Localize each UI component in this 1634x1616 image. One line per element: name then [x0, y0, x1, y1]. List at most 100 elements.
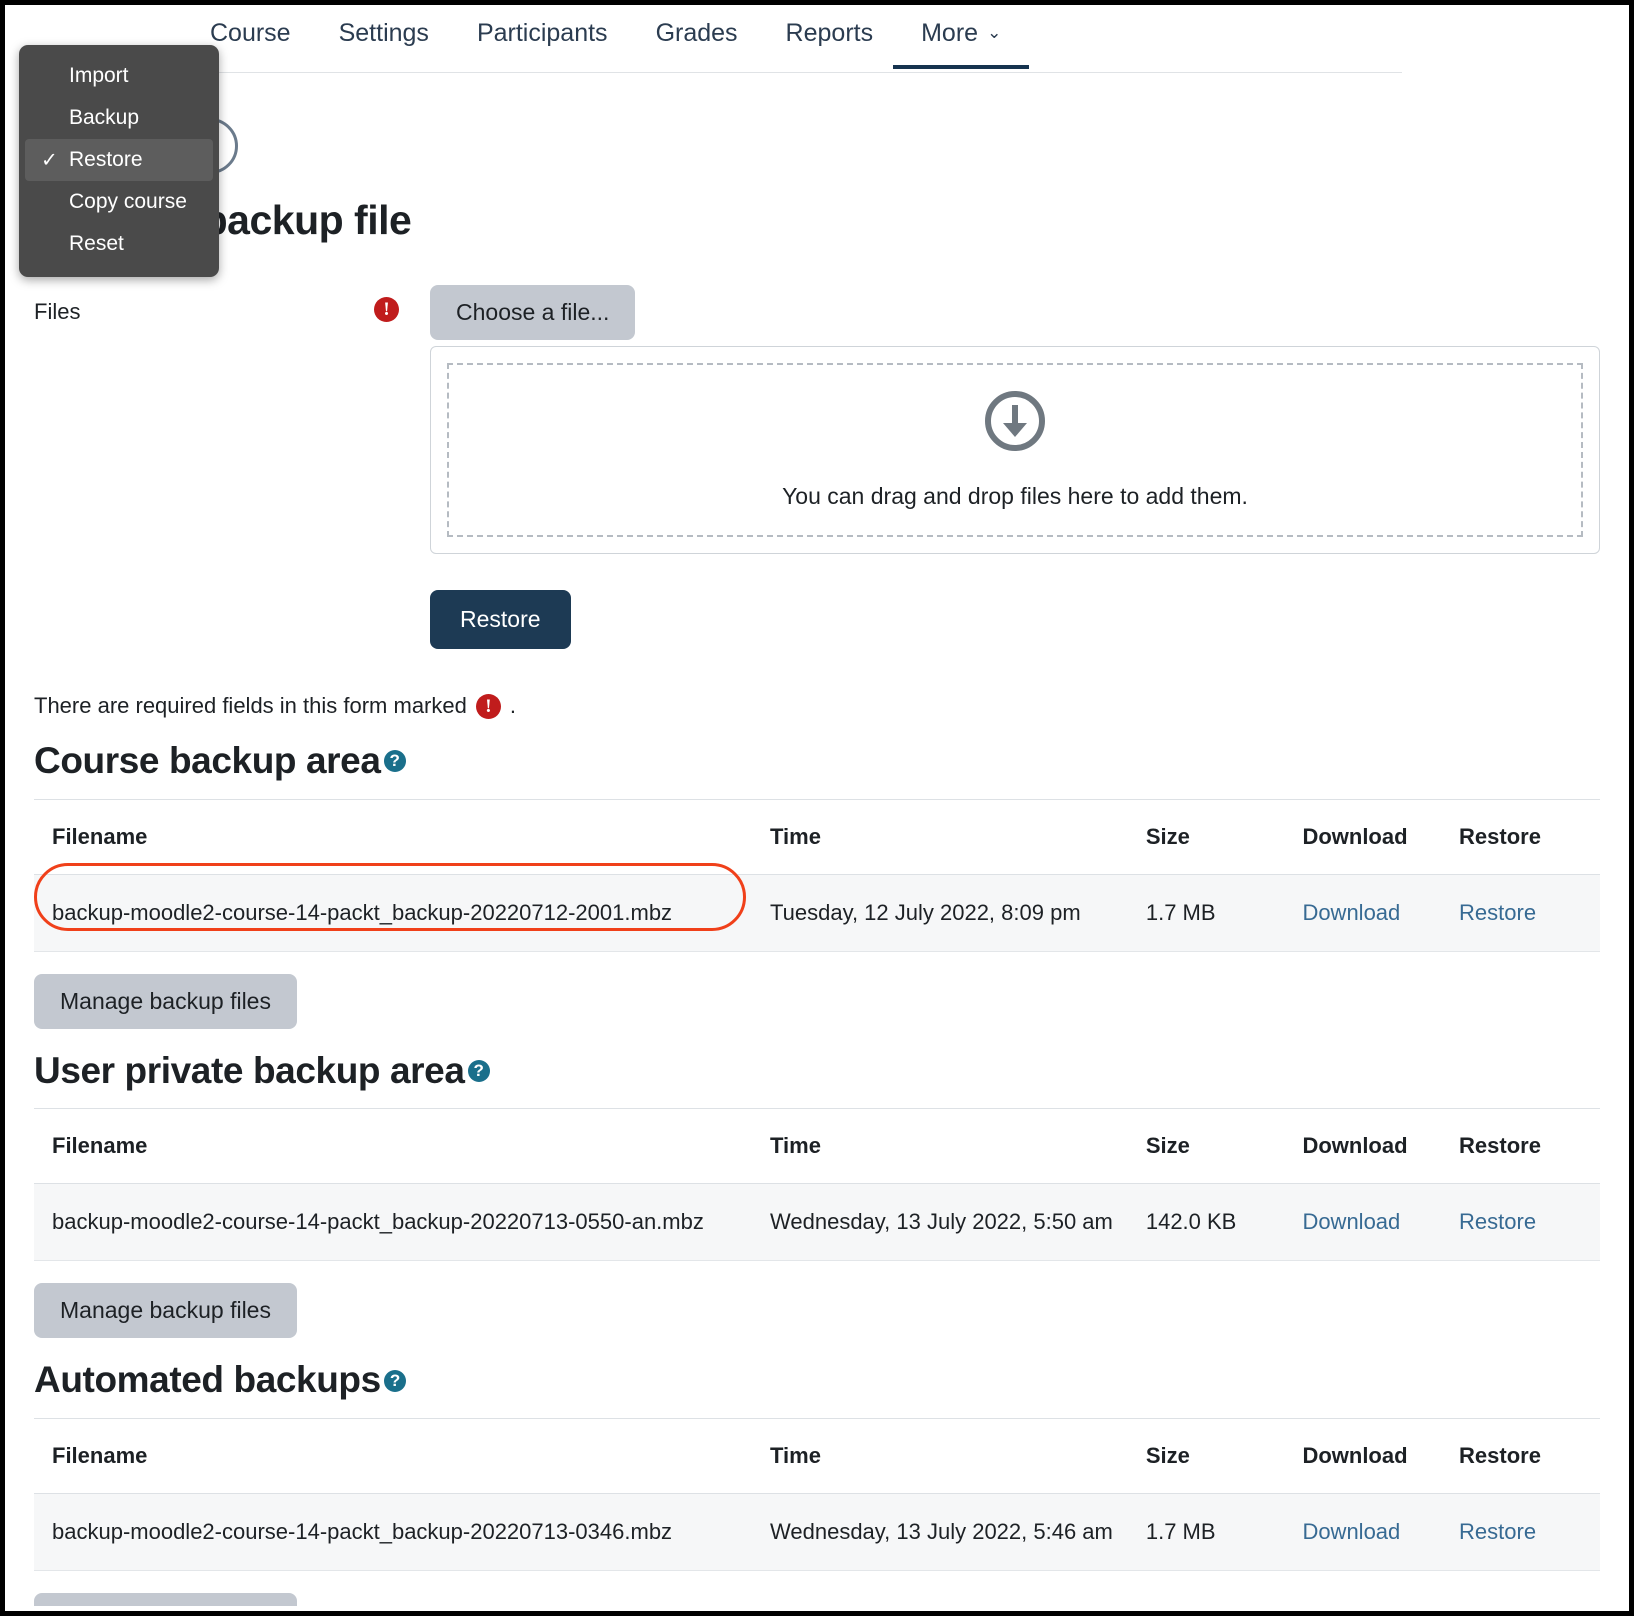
backup-sections: Course backup area? Filename Time Size Downl…: [34, 740, 1600, 1606]
menu-item-label: Reset: [69, 232, 124, 255]
cell-filename: backup-moodle2-course-14-packt_backup-20…: [34, 1183, 771, 1262]
column-header-filename: Filename: [34, 1418, 771, 1495]
menu-item-backup[interactable]: Backup: [19, 97, 219, 139]
column-header-time: Time: [770, 798, 1146, 875]
section-user-private-backup-area: User private backup area? Filename Time Siz…: [34, 1049, 1600, 1339]
menu-item-label: Import: [69, 64, 129, 87]
download-link[interactable]: Download: [1302, 1209, 1400, 1234]
main-content: Import a backup file Files ! Choose a fi…: [10, 200, 1624, 1606]
column-header-filename: Filename: [34, 1108, 771, 1185]
nav-tab-label: Reports: [785, 19, 874, 47]
filename-text: backup-moodle2-course-14-packt_backup-20…: [52, 1209, 704, 1235]
cell-time: Tuesday, 12 July 2022, 8:09 pm: [770, 874, 1146, 952]
backup-table-user-private-backup-area: Filename Time Size Download Restore backup-mo…: [34, 1108, 1600, 1262]
help-icon[interactable]: ?: [383, 750, 406, 773]
column-header-size: Size: [1145, 1108, 1303, 1185]
cell-restore: Restore: [1459, 874, 1600, 952]
help-icon[interactable]: ?: [383, 1369, 406, 1392]
files-label: Files: [34, 299, 81, 324]
cell-download: Download: [1302, 874, 1460, 952]
required-fields-note: There are required fields in this form m…: [34, 693, 1600, 719]
page-title: Import a backup file: [34, 197, 412, 243]
column-header-restore: Restore: [1459, 1108, 1600, 1185]
section-title-text: Course backup area: [34, 740, 381, 781]
required-field-icon-inline: !: [475, 693, 501, 719]
manage-backup-files-button[interactable]: Manage backup files: [34, 1283, 297, 1339]
column-header-filename: Filename: [34, 798, 771, 875]
section-title-automated-backups: Automated backups?: [34, 1360, 1600, 1401]
menu-item-copy-course[interactable]: Copy course: [19, 181, 219, 223]
download-link[interactable]: Download: [1302, 1519, 1400, 1544]
table-row: backup-moodle2-course-14-packt_backup-20…: [34, 1183, 1600, 1262]
moodle-page: Course Settings Participants Grades Reports M…: [10, 10, 1624, 1606]
manage-button-row: Manage backup files: [34, 1283, 1600, 1339]
screenshot-frame: Course Settings Participants Grades Reports M…: [0, 0, 1634, 1616]
file-picker-panel[interactable]: You can drag and drop files here to add …: [430, 346, 1600, 554]
manage-button-row: Manage backup files: [34, 1593, 1600, 1606]
restore-link[interactable]: Restore: [1459, 1519, 1536, 1544]
menu-item-restore[interactable]: ✓ Restore: [25, 139, 213, 181]
menu-item-import[interactable]: Import: [19, 55, 219, 97]
section-title-user-private-backup-area: User private backup area?: [34, 1049, 1600, 1092]
required-field-icon: !: [374, 297, 399, 322]
manage-backup-files-button[interactable]: Manage backup files: [34, 1593, 297, 1606]
menu-item-label: Backup: [69, 106, 140, 129]
nav-tab-grades[interactable]: Grades: [656, 10, 738, 48]
nav-tab-label: Settings: [338, 19, 429, 47]
manage-button-row: Manage backup files: [34, 973, 1600, 1029]
section-title-text: User private backup area: [34, 1049, 465, 1091]
cell-restore: Restore: [1459, 1493, 1600, 1572]
files-required-cell: !: [374, 285, 430, 322]
nav-tab-label: Participants: [476, 19, 608, 47]
required-note-text: There are required fields in this form m…: [34, 693, 467, 718]
table-header-row: Filename Time Size Download Restore: [34, 1108, 1600, 1185]
cell-size: 1.7 MB: [1145, 1493, 1303, 1572]
nav-tab-course[interactable]: Course: [210, 10, 291, 48]
nav-tab-more[interactable]: More ⌄: [893, 10, 1030, 69]
nav-tab-reports[interactable]: Reports: [786, 10, 874, 48]
cell-size: 142.0 KB: [1145, 1183, 1303, 1262]
nav-divider: [210, 72, 1402, 73]
table-header-row: Filename Time Size Download Restore: [34, 1418, 1600, 1495]
course-nav-tabs: Course Settings Participants Grades Reports M…: [10, 10, 1624, 72]
help-icon[interactable]: ?: [467, 1060, 490, 1083]
cell-time: Wednesday, 13 July 2022, 5:46 am: [770, 1493, 1146, 1572]
more-dropdown-menu[interactable]: Import Backup ✓ Restore Copy course Reset: [19, 45, 219, 277]
menu-item-reset[interactable]: Reset: [19, 223, 219, 265]
nav-tab-settings[interactable]: Settings: [339, 10, 429, 48]
download-link[interactable]: Download: [1302, 900, 1400, 925]
download-arrow-icon: [984, 390, 1046, 457]
nav-tab-participants[interactable]: Participants: [477, 10, 608, 48]
manage-backup-files-button[interactable]: Manage backup files: [34, 973, 297, 1029]
drag-and-drop-zone[interactable]: You can drag and drop files here to add …: [447, 363, 1583, 537]
column-header-restore: Restore: [1459, 1418, 1600, 1495]
table-header-row: Filename Time Size Download Restore: [34, 798, 1600, 875]
restore-link[interactable]: Restore: [1459, 900, 1536, 925]
restore-link[interactable]: Restore: [1459, 1209, 1536, 1234]
section-automated-backups: Automated backups? Filename Time Size Downlo…: [34, 1360, 1600, 1606]
column-header-time: Time: [770, 1418, 1146, 1495]
restore-submit-button[interactable]: Restore: [430, 590, 571, 649]
column-header-download: Download: [1302, 1108, 1460, 1185]
choose-a-file-button[interactable]: Choose a file...: [430, 285, 636, 340]
cell-download: Download: [1302, 1493, 1460, 1572]
cell-download: Download: [1302, 1183, 1460, 1262]
nav-tab-label: Grades: [655, 19, 738, 47]
filename-text: backup-moodle2-course-14-packt_backup-20…: [52, 899, 673, 925]
files-form-row: Files ! Choose a file... You can drag an…: [34, 285, 1600, 649]
table-row: backup-moodle2-course-14-packt_backup-20…: [34, 1493, 1600, 1572]
files-field-column: Choose a file... You can drag and drop f: [430, 285, 1600, 649]
backup-table-course-backup-area: Filename Time Size Download Restore backup-mo…: [34, 798, 1600, 952]
section-title-text: Automated backups: [34, 1359, 381, 1401]
cell-size: 1.7 MB: [1145, 874, 1303, 952]
section-title-course-backup-area: Course backup area?: [34, 740, 1600, 782]
column-header-download: Download: [1302, 798, 1460, 875]
filename-text: backup-moodle2-course-14-packt_backup-20…: [52, 1519, 673, 1545]
drag-and-drop-text: You can drag and drop files here to add …: [782, 483, 1248, 509]
column-header-time: Time: [770, 1108, 1146, 1185]
nav-tab-label: Course: [210, 19, 291, 47]
nav-tab-label: More: [921, 19, 979, 47]
column-header-size: Size: [1145, 1418, 1303, 1495]
menu-item-label: Copy course: [69, 190, 187, 213]
chevron-down-icon: ⌄: [987, 23, 1002, 42]
